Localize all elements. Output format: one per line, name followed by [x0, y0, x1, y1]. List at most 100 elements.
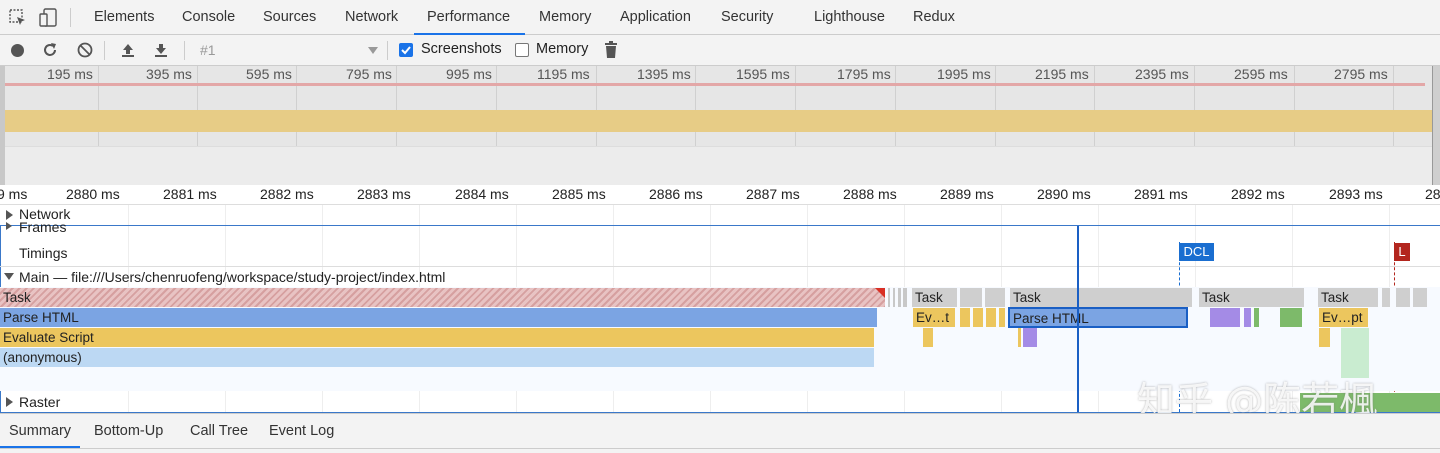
task-sliver[interactable]	[903, 288, 907, 307]
script-sliver[interactable]	[1018, 328, 1021, 347]
evaluate-script-bar[interactable]: Ev…t	[913, 308, 955, 327]
script-sliver[interactable]	[960, 308, 970, 327]
expand-triangle-icon	[6, 397, 13, 407]
tab-redux[interactable]: Redux	[913, 0, 955, 35]
task-sliver[interactable]	[1382, 288, 1390, 307]
details-tab-bar: Summary Bottom-Up Call Tree Event Log	[0, 413, 1440, 453]
expand-triangle-icon	[6, 222, 12, 230]
chevron-down-icon	[368, 47, 378, 54]
parse-html-selected-bar[interactable]: Parse HTML	[1008, 307, 1188, 328]
task-bar[interactable]: Task	[1318, 288, 1378, 307]
long-task-bar[interactable]: Task	[0, 288, 885, 307]
tab-bottom-up[interactable]: Bottom-Up	[94, 414, 163, 448]
reload-icon[interactable]	[42, 42, 58, 61]
ruler-tick: 2888 ms	[843, 186, 897, 202]
overview-tick: 1395 ms	[637, 66, 691, 82]
ruler-tick: 2891 ms	[1134, 186, 1188, 202]
task-sliver[interactable]	[898, 288, 901, 307]
ruler-tick: 2881 ms	[163, 186, 217, 202]
main-track-header[interactable]: Main — file:///Users/chenruofeng/workspa…	[0, 266, 1440, 287]
memory-checkbox[interactable]	[515, 43, 529, 57]
task-bar[interactable]: Task	[912, 288, 957, 307]
ruler-tick: 2883 ms	[357, 186, 411, 202]
evaluate-script-bar[interactable]: Ev…pt	[1319, 308, 1368, 327]
tab-application[interactable]: Application	[620, 0, 691, 35]
overview-left-handle[interactable]	[0, 66, 5, 185]
task-sliver[interactable]	[1396, 288, 1410, 307]
performance-toolbar: #1 Screenshots Memory	[0, 35, 1440, 66]
anonymous-function-bar[interactable]: (anonymous)	[0, 348, 874, 367]
parse-html-bar[interactable]: Parse HTML	[0, 308, 877, 327]
tab-divider	[70, 8, 71, 27]
paint-sliver[interactable]	[1210, 308, 1240, 327]
profile-select[interactable]: #1	[200, 41, 380, 61]
screenshots-checkbox[interactable]	[399, 43, 413, 57]
raster-track-label: Raster	[19, 394, 61, 410]
download-icon[interactable]	[153, 42, 169, 61]
overview-tick: 1795 ms	[837, 66, 891, 82]
load-marker[interactable]: L	[1394, 243, 1410, 261]
script-sliver[interactable]	[999, 308, 1005, 327]
ruler-tick: 2889 ms	[940, 186, 994, 202]
evaluate-script-bar[interactable]: Evaluate Script	[0, 328, 874, 347]
dcl-marker[interactable]: DCL	[1179, 243, 1214, 261]
tab-console[interactable]: Console	[182, 0, 235, 35]
paint-sliver[interactable]	[1280, 308, 1302, 327]
script-sliver[interactable]	[986, 308, 996, 327]
paint-sliver[interactable]	[1254, 308, 1259, 327]
overview-tick: 1195 ms	[537, 66, 590, 82]
ruler-tick: 2882 ms	[260, 186, 314, 202]
selection-cursor-line	[1077, 226, 1079, 412]
paint-sliver[interactable]	[1244, 308, 1251, 327]
long-task-corner	[875, 288, 885, 298]
frames-track-header[interactable]: Frames	[0, 222, 1440, 234]
tab-performance[interactable]: Performance	[414, 0, 525, 35]
collapse-triangle-icon	[4, 273, 14, 280]
script-sliver[interactable]	[923, 328, 933, 347]
task-sliver[interactable]	[1413, 288, 1427, 307]
clear-icon[interactable]	[77, 42, 93, 61]
tab-elements[interactable]: Elements	[94, 0, 154, 35]
overview-tick: 1995 ms	[937, 66, 991, 82]
inspect-element-icon[interactable]	[9, 9, 27, 27]
overview-tick: 395 ms	[146, 66, 192, 82]
overview-tick: 995 ms	[446, 66, 492, 82]
record-icon[interactable]	[10, 43, 25, 61]
overview-right-handle[interactable]	[1432, 66, 1440, 185]
timeline-overview[interactable]: 195 ms 395 ms 595 ms 795 ms 995 ms 1195 …	[0, 66, 1440, 185]
tab-security[interactable]: Security	[721, 0, 773, 35]
devtools-tab-bar: Elements Console Sources Network Perform…	[0, 0, 1440, 35]
tab-event-log[interactable]: Event Log	[269, 414, 334, 448]
script-sliver[interactable]	[973, 308, 983, 327]
overview-tick: 1595 ms	[736, 66, 790, 82]
task-sliver[interactable]	[888, 288, 890, 307]
tab-summary[interactable]: Summary	[0, 414, 81, 448]
script-sliver[interactable]	[1319, 328, 1330, 347]
device-toolbar-icon[interactable]	[38, 8, 58, 28]
tab-memory[interactable]: Memory	[539, 0, 591, 35]
tab-lighthouse[interactable]: Lighthouse	[814, 0, 885, 35]
overview-tick: 195 ms	[47, 66, 93, 82]
frames-track-label: Frames	[19, 222, 67, 234]
ruler-tick: 9 ms	[0, 186, 28, 202]
task-bar[interactable]: Task	[1199, 288, 1304, 307]
tab-network[interactable]: Network	[345, 0, 398, 35]
task-sliver[interactable]	[960, 288, 982, 307]
overview-tick: 2795 ms	[1334, 66, 1388, 82]
task-sliver[interactable]	[985, 288, 1005, 307]
network-overview-line	[5, 83, 1425, 86]
upload-icon[interactable]	[120, 42, 136, 61]
overview-tick: 595 ms	[246, 66, 292, 82]
overview-tick: 2595 ms	[1234, 66, 1288, 82]
tab-sources[interactable]: Sources	[263, 0, 316, 35]
tab-call-tree[interactable]: Call Tree	[190, 414, 248, 448]
details-divider	[0, 448, 1440, 449]
task-sliver[interactable]	[893, 288, 895, 307]
flamechart-ruler: 9 ms 2880 ms 2881 ms 2882 ms 2883 ms 288…	[0, 185, 1440, 205]
ruler-tick: 2890 ms	[1037, 186, 1091, 202]
paint-sliver[interactable]	[1023, 328, 1037, 347]
task-bar[interactable]: Task	[1010, 288, 1192, 307]
network-track-label: Network	[19, 206, 71, 222]
main-track-label: Main — file:///Users/chenruofeng/workspa…	[19, 269, 446, 285]
trash-icon[interactable]	[604, 41, 618, 62]
